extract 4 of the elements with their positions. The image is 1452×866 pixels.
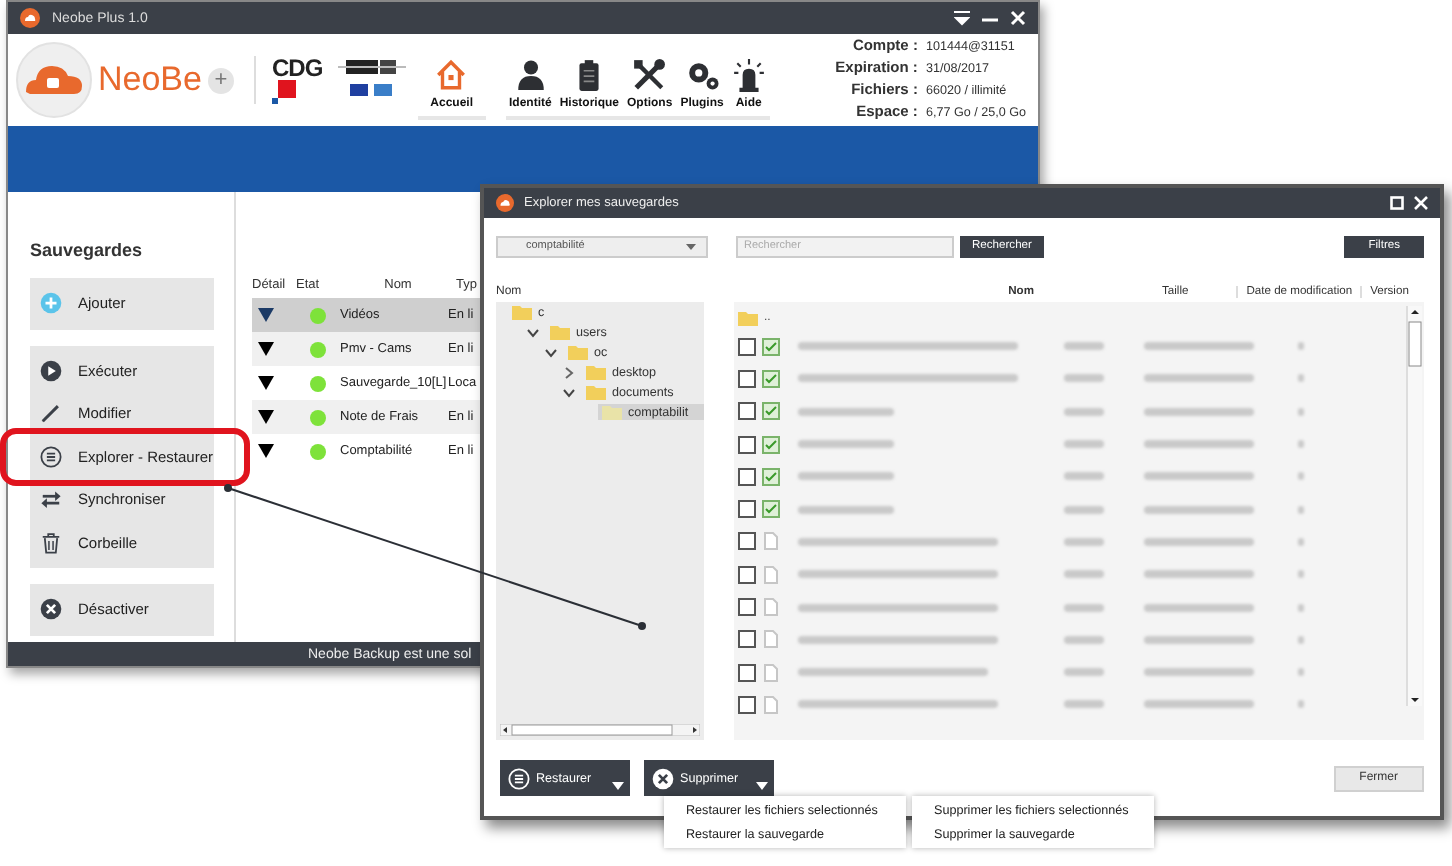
section-title: Sauvegardes — [30, 240, 143, 260]
brand-suffix: + — [207, 67, 234, 93]
partner-logo-text: CDG — [271, 56, 323, 80]
brand-name: NeoBe — [98, 60, 202, 100]
